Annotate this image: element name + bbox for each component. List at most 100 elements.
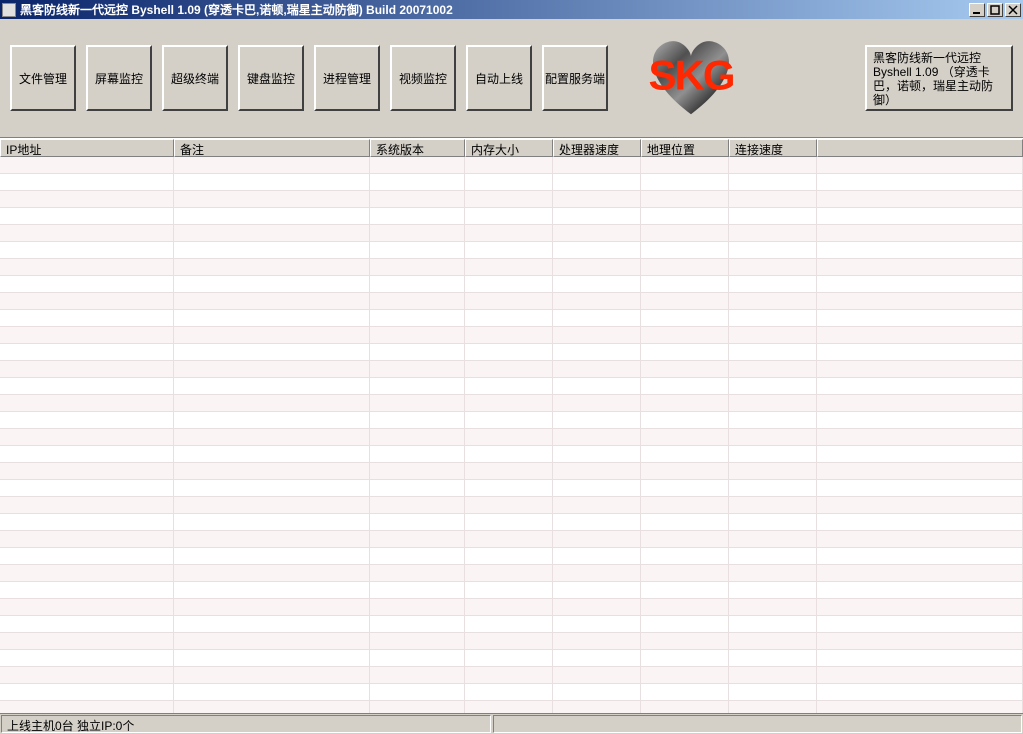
table-row[interactable] — [0, 582, 1023, 599]
status-text: 上线主机0台 独立IP:0个 — [1, 715, 491, 733]
table-cell — [729, 463, 817, 479]
table-cell — [817, 310, 1023, 326]
table-row[interactable] — [0, 429, 1023, 446]
table-cell — [553, 310, 641, 326]
table-row[interactable] — [0, 276, 1023, 293]
table-cell — [817, 599, 1023, 615]
keyboard-monitor-button[interactable]: 键盘监控 — [238, 45, 304, 111]
table-row[interactable] — [0, 344, 1023, 361]
window-title: 黑客防线新一代远控 Byshell 1.09 (穿透卡巴,诺顿,瑞星主动防御) … — [20, 1, 969, 18]
table-cell — [370, 650, 465, 666]
column-spacer[interactable] — [817, 139, 1023, 157]
table-cell — [641, 293, 729, 309]
table-cell — [465, 378, 553, 394]
column-os[interactable]: 系统版本 — [370, 139, 465, 157]
table-cell — [817, 565, 1023, 581]
process-manage-button[interactable]: 进程管理 — [314, 45, 380, 111]
table-row[interactable] — [0, 480, 1023, 497]
table-row[interactable] — [0, 531, 1023, 548]
auto-online-button[interactable]: 自动上线 — [466, 45, 532, 111]
table-row[interactable] — [0, 361, 1023, 378]
table-row[interactable] — [0, 225, 1023, 242]
table-cell — [817, 242, 1023, 258]
table-cell — [174, 429, 370, 445]
table-cell — [641, 514, 729, 530]
table-body[interactable] — [0, 157, 1023, 713]
table-cell — [729, 633, 817, 649]
table-cell — [817, 463, 1023, 479]
table-cell — [465, 276, 553, 292]
table-cell — [817, 429, 1023, 445]
table-cell — [174, 378, 370, 394]
table-row[interactable] — [0, 650, 1023, 667]
table-row[interactable] — [0, 208, 1023, 225]
table-cell — [370, 208, 465, 224]
table-row[interactable] — [0, 242, 1023, 259]
table-cell — [641, 208, 729, 224]
file-manage-button[interactable]: 文件管理 — [10, 45, 76, 111]
table-cell — [174, 293, 370, 309]
table-row[interactable] — [0, 310, 1023, 327]
table-cell — [553, 378, 641, 394]
table-cell — [465, 633, 553, 649]
table-row[interactable] — [0, 667, 1023, 684]
table-row[interactable] — [0, 548, 1023, 565]
table-cell — [729, 514, 817, 530]
table-row[interactable] — [0, 191, 1023, 208]
table-cell — [553, 429, 641, 445]
table-cell — [553, 701, 641, 713]
table-cell — [729, 582, 817, 598]
config-server-button[interactable]: 配置服务端 — [542, 45, 608, 111]
table-row[interactable] — [0, 446, 1023, 463]
table-row[interactable] — [0, 616, 1023, 633]
table-row[interactable] — [0, 157, 1023, 174]
column-memory[interactable]: 内存大小 — [465, 139, 553, 157]
table-cell — [729, 616, 817, 632]
minimize-button[interactable] — [969, 3, 985, 17]
table-row[interactable] — [0, 259, 1023, 276]
table-cell — [817, 701, 1023, 713]
table-row[interactable] — [0, 395, 1023, 412]
table-row[interactable] — [0, 599, 1023, 616]
super-terminal-button[interactable]: 超级终端 — [162, 45, 228, 111]
table-row[interactable] — [0, 293, 1023, 310]
table-cell — [729, 259, 817, 275]
table-cell — [729, 599, 817, 615]
table-row[interactable] — [0, 514, 1023, 531]
table-cell — [465, 208, 553, 224]
table-cell — [641, 633, 729, 649]
table-cell — [729, 480, 817, 496]
table-row[interactable] — [0, 378, 1023, 395]
table-row[interactable] — [0, 565, 1023, 582]
table-row[interactable] — [0, 174, 1023, 191]
table-row[interactable] — [0, 497, 1023, 514]
column-speed[interactable]: 连接速度 — [729, 139, 817, 157]
logo: SKG — [626, 33, 756, 123]
screen-monitor-button[interactable]: 屏幕监控 — [86, 45, 152, 111]
table-cell — [370, 616, 465, 632]
table-row[interactable] — [0, 684, 1023, 701]
table-cell — [553, 446, 641, 462]
table-row[interactable] — [0, 463, 1023, 480]
column-remark[interactable]: 备注 — [174, 139, 370, 157]
status-rest — [493, 715, 1022, 733]
info-box[interactable]: 黑客防线新一代远控 Byshell 1.09 （穿透卡巴，诺顿，瑞星主动防御） — [865, 45, 1013, 111]
table-cell — [553, 582, 641, 598]
column-location[interactable]: 地理位置 — [641, 139, 729, 157]
table-cell — [641, 582, 729, 598]
table-row[interactable] — [0, 412, 1023, 429]
video-monitor-button[interactable]: 视频监控 — [390, 45, 456, 111]
table-cell — [465, 259, 553, 275]
table-cell — [817, 395, 1023, 411]
column-ip[interactable]: IP地址 — [0, 139, 174, 157]
table-row[interactable] — [0, 701, 1023, 713]
close-button[interactable] — [1005, 3, 1021, 17]
table-cell — [465, 599, 553, 615]
maximize-button[interactable] — [987, 3, 1003, 17]
table-row[interactable] — [0, 633, 1023, 650]
table-cell — [370, 344, 465, 360]
table-cell — [370, 701, 465, 713]
table-row[interactable] — [0, 327, 1023, 344]
table-cell — [174, 327, 370, 343]
column-cpu[interactable]: 处理器速度 — [553, 139, 641, 157]
